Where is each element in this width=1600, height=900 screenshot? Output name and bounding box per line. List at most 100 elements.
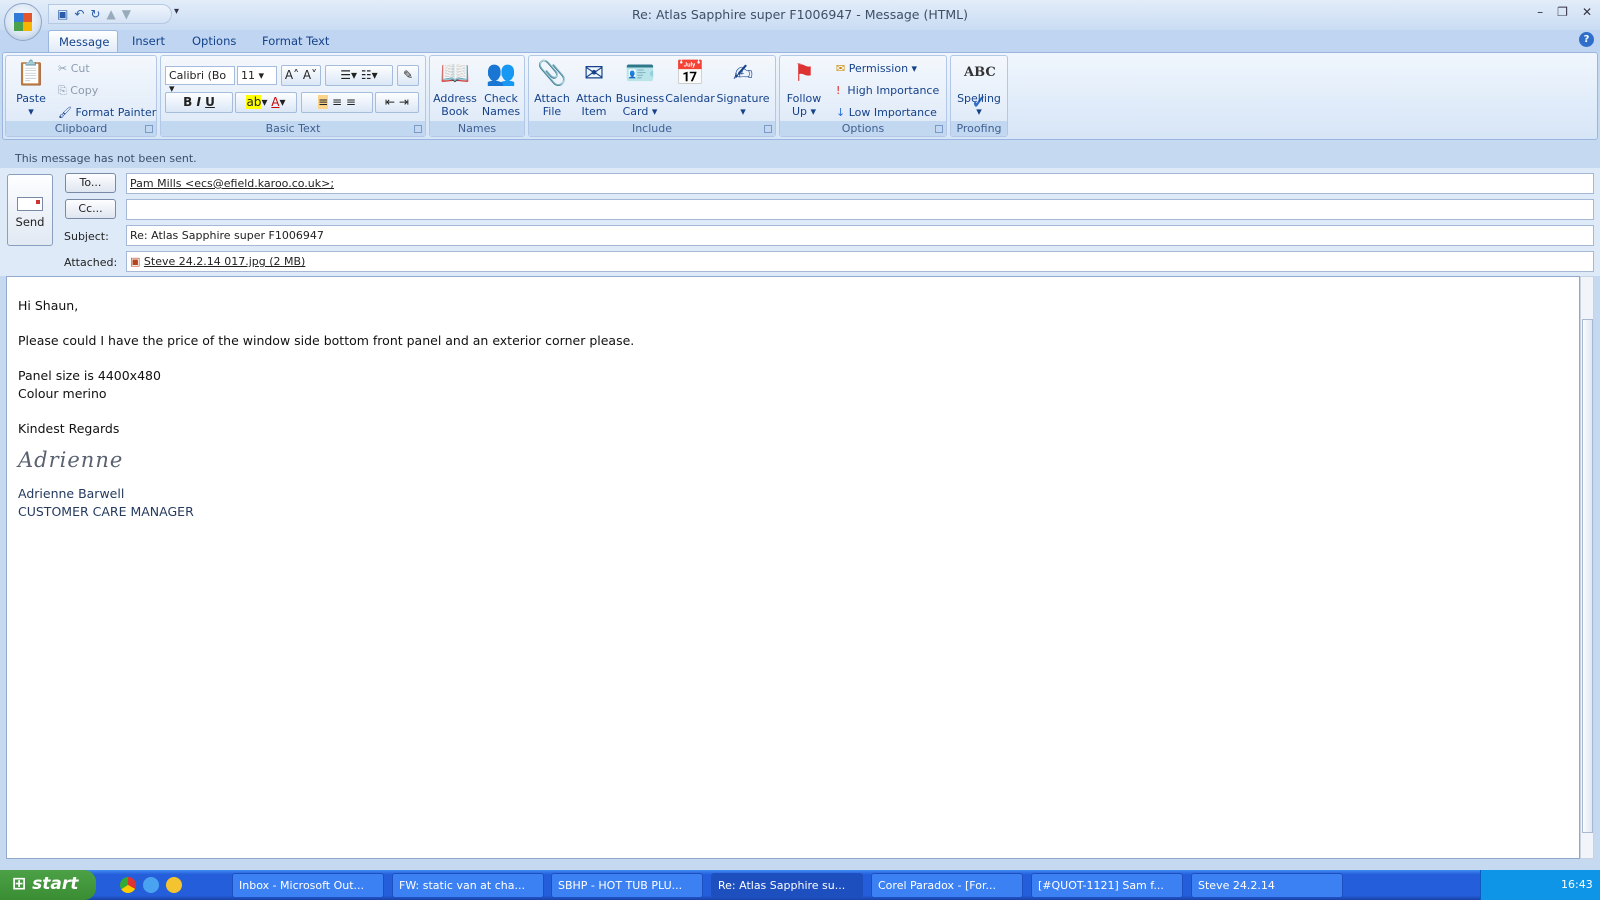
taskbar: ⊞ start Inbox - Microsoft Out... FW: sta… [0, 870, 1600, 900]
copy-button[interactable]: ⎘ Copy [58, 84, 98, 98]
options-label: Options [780, 121, 946, 136]
grow-shrink-font-buttons[interactable]: A˄ A˅ [281, 65, 321, 86]
taskbar-item-sbhp[interactable]: SBHP - HOT TUB PLU... [551, 873, 703, 898]
signature-button[interactable]: ✍ Signature ▾ [715, 58, 771, 118]
subject-field[interactable]: Re: Atlas Sapphire super F1006947 [126, 225, 1594, 246]
dialog-launcher-icon[interactable] [935, 125, 943, 133]
flag-icon: ⚑ [793, 59, 815, 87]
dialog-launcher-icon[interactable] [414, 125, 422, 133]
cc-field[interactable] [126, 199, 1594, 220]
start-button[interactable]: ⊞ start [0, 870, 96, 900]
group-names: 📖 Address Book 👥 Check Names Names [429, 55, 525, 137]
clear-formatting-button[interactable]: ✎ [397, 65, 419, 86]
cc-button[interactable]: Cc... [65, 199, 116, 219]
list-buttons[interactable]: ☰▾ ☷▾ [325, 65, 393, 86]
colour: Colour merino [18, 386, 107, 401]
check-names-button[interactable]: 👥 Check Names [478, 58, 524, 118]
font-size-select[interactable]: 11 ▾ [237, 66, 277, 85]
subject-label: Subject: [64, 230, 109, 243]
permission-icon: ✉ [836, 62, 846, 75]
minimize-button[interactable]: – [1537, 5, 1543, 19]
check-names-icon: 👥 [486, 59, 516, 87]
font-name-select[interactable]: Calibri (Bo ▾ [165, 66, 235, 95]
clock: 16:43 [1561, 878, 1593, 891]
message-body[interactable]: Hi Shaun, Please could I have the price … [6, 276, 1580, 859]
clipboard-label: Clipboard [6, 121, 156, 136]
group-proofing: ABC ✓ Spelling ▾ Proofing [950, 55, 1008, 137]
attached-label: Attached: [64, 256, 118, 269]
high-importance-button[interactable]: ! High Importance [836, 84, 939, 97]
address-book-button[interactable]: 📖 Address Book [432, 58, 478, 118]
include-label: Include [529, 121, 775, 136]
taskbar-item-corel-paradox[interactable]: Corel Paradox - [For... [871, 873, 1023, 898]
greeting: Hi Shaun, [18, 298, 79, 313]
indent-buttons[interactable]: ⇤ ⇥ [375, 92, 419, 113]
send-envelope-icon [17, 197, 43, 211]
abc-check-icon: ABC ✓ [964, 65, 996, 113]
ie-icon[interactable] [143, 877, 159, 893]
group-clipboard: 📋 Paste ▾ ✂ Cut ⎘ Copy 🖌 Format Painter Cl… [5, 55, 157, 137]
close-button[interactable]: ✕ [1582, 5, 1592, 19]
body-line: Please could I have the price of the win… [18, 333, 635, 348]
taskbar-item-atlas-sapphire[interactable]: Re: Atlas Sapphire su... [711, 873, 863, 898]
down-arrow-icon: ↓ [836, 106, 846, 119]
ribbon-tabs: Message Insert Options Format Text ? [0, 30, 1600, 52]
exclamation-icon: ! [836, 84, 841, 97]
paperclip-icon: 📎 [537, 59, 567, 87]
scroll-thumb[interactable] [1582, 319, 1593, 833]
send-button[interactable]: Send [7, 174, 53, 246]
taskbar-item-quot-1121[interactable]: [#QUOT-1121] Sam f... [1031, 873, 1183, 898]
regards: Kindest Regards [18, 421, 120, 436]
panel-size: Panel size is 4400x480 [18, 368, 161, 383]
proofing-label: Proofing [951, 121, 1007, 136]
tab-format-text[interactable]: Format Text [252, 30, 339, 52]
restore-button[interactable]: ❐ [1557, 5, 1568, 19]
spelling-button[interactable]: ABC ✓ Spelling ▾ [953, 58, 1005, 118]
group-include: 📎 Attach File ✉ Attach Item 🪪 Business Card ▾ … [528, 55, 776, 137]
basic-text-label: Basic Text [161, 121, 425, 136]
envelope-icon: ✉ [583, 59, 605, 87]
tab-message[interactable]: Message [48, 30, 118, 52]
cut-button[interactable]: ✂ Cut [58, 62, 90, 75]
format-painter-button[interactable]: 🖌 Format Painter [58, 106, 156, 119]
info-bar: This message has not been sent. [6, 149, 1594, 168]
calendar-button[interactable]: 📅 Calendar [665, 58, 715, 105]
help-icon[interactable]: ? [1579, 32, 1594, 47]
names-label: Names [430, 121, 524, 136]
window-title: Re: Atlas Sapphire super F1006947 - Mess… [631, 7, 969, 22]
sender-name: Adrienne Barwell [18, 486, 125, 501]
attach-file-button[interactable]: 📎 Attach File [531, 58, 573, 118]
to-field[interactable]: Pam Mills <ecs@efield.karoo.co.uk>; [126, 173, 1594, 194]
chrome-icon[interactable] [120, 877, 136, 893]
taskbar-item-steve-folder[interactable]: Steve 24.2.14 [1191, 873, 1343, 898]
taskbar-item-fw-static-van[interactable]: FW: static van at cha... [392, 873, 544, 898]
taskbar-item-inbox[interactable]: Inbox - Microsoft Out... [232, 873, 384, 898]
to-button[interactable]: To... [65, 173, 116, 193]
outlook-icon[interactable] [166, 877, 182, 893]
ribbon: 📋 Paste ▾ ✂ Cut ⎘ Copy 🖌 Format Painter Cl… [2, 52, 1598, 140]
vertical-scrollbar[interactable] [1580, 276, 1594, 859]
system-tray: 16:43 [1480, 870, 1600, 900]
clipboard-icon: 📋 [16, 59, 46, 87]
attachment-link[interactable]: Steve 24.2.14 017.jpg (2 MB) [144, 255, 305, 268]
tab-insert[interactable]: Insert [122, 30, 175, 52]
attach-item-button[interactable]: ✉ Attach Item [573, 58, 615, 118]
title-bar: ▣ ↶ ↻ ▲ ▼ ▾ Re: Atlas Sapphire super F100694… [0, 0, 1600, 30]
dialog-launcher-icon[interactable] [145, 125, 153, 133]
business-card-icon: 🪪 [625, 59, 655, 87]
business-card-button[interactable]: 🪪 Business Card ▾ [615, 58, 665, 118]
follow-up-button[interactable]: ⚑ Follow Up ▾ [782, 58, 826, 118]
highlight-fontcolor-buttons[interactable]: ab▾ A▾ [235, 92, 297, 113]
handwritten-signature: Adrienne [18, 448, 124, 472]
office-button[interactable] [4, 3, 42, 41]
paste-button[interactable]: 📋 Paste ▾ [10, 58, 52, 118]
low-importance-button[interactable]: ↓ Low Importance [836, 106, 937, 119]
tab-options[interactable]: Options [182, 30, 246, 52]
image-file-icon: ▣ [130, 255, 141, 268]
dialog-launcher-icon[interactable] [764, 125, 772, 133]
bold-italic-underline-buttons[interactable]: B I U [165, 92, 233, 113]
attachment-field: ▣ Steve 24.2.14 017.jpg (2 MB) [126, 251, 1594, 272]
permission-button[interactable]: ✉ Permission ▾ [836, 62, 917, 75]
sender-role: CUSTOMER CARE MANAGER [18, 504, 194, 519]
alignment-buttons[interactable]: ≡ ≡ ≡ [301, 92, 373, 113]
